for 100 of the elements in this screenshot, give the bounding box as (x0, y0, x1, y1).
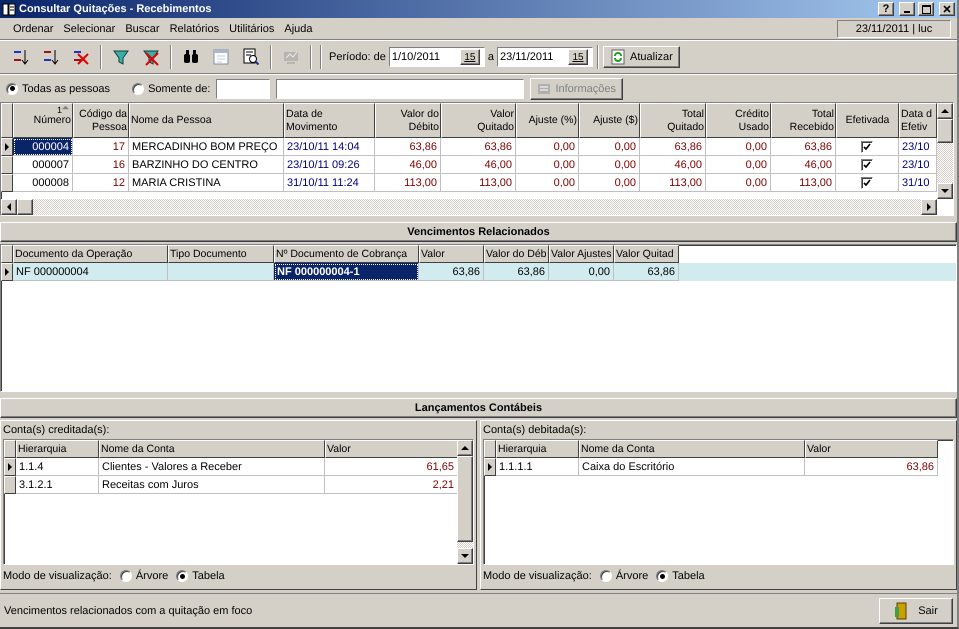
clear-sort-icon[interactable] (72, 48, 90, 66)
column-header[interactable]: Valor (805, 440, 938, 458)
table-cell[interactable]: 113,00 (640, 174, 706, 192)
table-cell[interactable]: NF 000000004-1 (274, 263, 419, 281)
radio-button[interactable] (600, 570, 612, 582)
column-header[interactable]: Ajuste ($) (579, 103, 640, 138)
filter-icon[interactable] (112, 48, 130, 66)
column-header[interactable]: Ajuste (%) (516, 103, 579, 138)
table-cell[interactable]: 63,86 (614, 263, 679, 281)
menu-item[interactable]: Relatórios (164, 22, 224, 34)
column-header[interactable]: Valor Quitado (441, 103, 516, 138)
radio-label[interactable]: Todas as pessoas (22, 82, 110, 94)
checkbox[interactable] (861, 140, 873, 152)
menu-item[interactable]: Ordenar (8, 22, 58, 34)
close-button[interactable] (939, 2, 955, 16)
table-cell[interactable]: 0,00 (706, 174, 771, 192)
radio-label[interactable]: Somente de: (148, 82, 210, 94)
menu-item[interactable]: Ajuda (279, 22, 318, 34)
sort-descending-icon[interactable] (42, 48, 60, 66)
scrollbar-thumb[interactable] (17, 199, 33, 215)
refresh-button[interactable]: Atualizar (603, 46, 680, 68)
sort-ascending-icon[interactable] (12, 48, 30, 66)
close-icon[interactable] (943, 5, 951, 13)
column-header[interactable]: Código da Pessoa (73, 103, 129, 138)
radio-button[interactable] (132, 82, 144, 94)
row-indicator[interactable] (484, 458, 496, 476)
checkbox[interactable] (861, 158, 873, 170)
radio-button[interactable] (176, 570, 188, 582)
row-indicator[interactable] (4, 458, 16, 476)
table-cell[interactable]: 0,00 (579, 174, 640, 192)
table-cell[interactable]: Receitas com Juros (99, 476, 325, 494)
radio-label[interactable]: Tabela (672, 570, 705, 582)
table-cell[interactable]: 0,00 (549, 263, 614, 281)
clear-filter-icon[interactable] (142, 48, 160, 66)
column-header[interactable]: Valor Quitad (614, 245, 679, 263)
column-header[interactable]: Crédito Usado (706, 103, 771, 138)
radio-button[interactable] (120, 570, 132, 582)
horizontal-scrollbar[interactable] (1, 199, 937, 215)
table-cell[interactable]: 3.1.2.1 (16, 476, 99, 494)
menu-item[interactable]: Buscar (120, 22, 165, 34)
vertical-scrollbar[interactable] (457, 440, 473, 564)
column-header[interactable]: Efetivada (836, 103, 899, 138)
column-header[interactable]: Nome da Pessoa (129, 103, 284, 138)
table-cell[interactable]: 000004 (13, 138, 73, 156)
column-header[interactable]: Nome da Conta (579, 440, 805, 458)
table-cell[interactable]: 63,86 (484, 263, 549, 281)
maximize-button[interactable] (918, 2, 934, 16)
refresh-icon[interactable] (610, 49, 626, 65)
search-icon[interactable] (182, 48, 200, 66)
column-header[interactable]: Nome da Conta (99, 440, 325, 458)
end-date-field[interactable]: 23/11/2011 15 (497, 47, 593, 67)
table-cell[interactable]: 12 (73, 174, 129, 192)
minimize-button[interactable] (899, 2, 915, 16)
exit-button[interactable]: Sair (879, 598, 953, 624)
table-cell[interactable]: NF 000000004 (13, 263, 168, 281)
person-code-field[interactable] (216, 78, 270, 98)
maximize-icon[interactable] (922, 4, 930, 14)
radio-label[interactable]: Tabela (192, 570, 225, 582)
radio-label[interactable]: Árvore (616, 570, 648, 582)
vertical-scrollbar[interactable] (937, 103, 953, 199)
column-header[interactable]: Total Quitado (640, 103, 706, 138)
row-indicator[interactable] (1, 263, 13, 281)
table-cell[interactable]: 113,00 (441, 174, 516, 192)
table-cell[interactable]: 63,86 (419, 263, 484, 281)
column-header[interactable]: Valor (325, 440, 458, 458)
row-indicator[interactable] (1, 174, 13, 192)
radio-button[interactable] (656, 570, 668, 582)
column-header[interactable]: Hierarquia (496, 440, 579, 458)
column-header[interactable]: Valor Ajustes (549, 245, 614, 263)
row-indicator[interactable] (1, 156, 13, 174)
start-date-field[interactable]: 1/10/2011 15 (388, 47, 485, 67)
row-indicator[interactable] (4, 476, 16, 494)
column-header[interactable]: Hierarquia (16, 440, 99, 458)
scrollbar-thumb[interactable] (457, 456, 473, 542)
column-header[interactable]: Data de Movimento (284, 103, 375, 138)
menu-item[interactable]: Utilitários (224, 22, 280, 34)
table-cell[interactable]: MARIA CRISTINA (129, 174, 284, 192)
column-header[interactable]: Total Recebido (771, 103, 836, 138)
column-header[interactable]: Nº Documento de Cobrança (274, 245, 419, 263)
table-cell[interactable]: 113,00 (375, 174, 441, 192)
print-preview-icon[interactable] (242, 48, 260, 66)
calendar-icon[interactable] (212, 48, 230, 66)
column-header[interactable]: Documento da Operação (13, 245, 168, 263)
radio-label[interactable]: Árvore (136, 570, 168, 582)
column-header[interactable]: Tipo Documento (168, 245, 274, 263)
checkbox[interactable] (861, 176, 873, 188)
scrollbar-thumb[interactable] (937, 119, 953, 143)
table-cell[interactable]: 0,00 (516, 174, 579, 192)
table-cell[interactable]: 63,86 (805, 458, 938, 476)
table-cell[interactable]: 1.1.1.1 (496, 458, 579, 476)
table-cell[interactable]: 113,00 (771, 174, 836, 192)
table-cell[interactable]: Caixa do Escritório (579, 458, 805, 476)
column-header[interactable]: Valor (419, 245, 484, 263)
column-header[interactable]: Número 1 (13, 103, 73, 138)
column-header[interactable]: Valor do Débito (375, 103, 441, 138)
column-header[interactable]: Valor do Déb (484, 245, 549, 263)
calendar-button[interactable]: 15 (460, 49, 480, 65)
menu-item[interactable]: Selecionar (58, 22, 120, 34)
column-header[interactable]: Data d Efetiv (899, 103, 937, 138)
row-indicator[interactable] (1, 138, 13, 156)
